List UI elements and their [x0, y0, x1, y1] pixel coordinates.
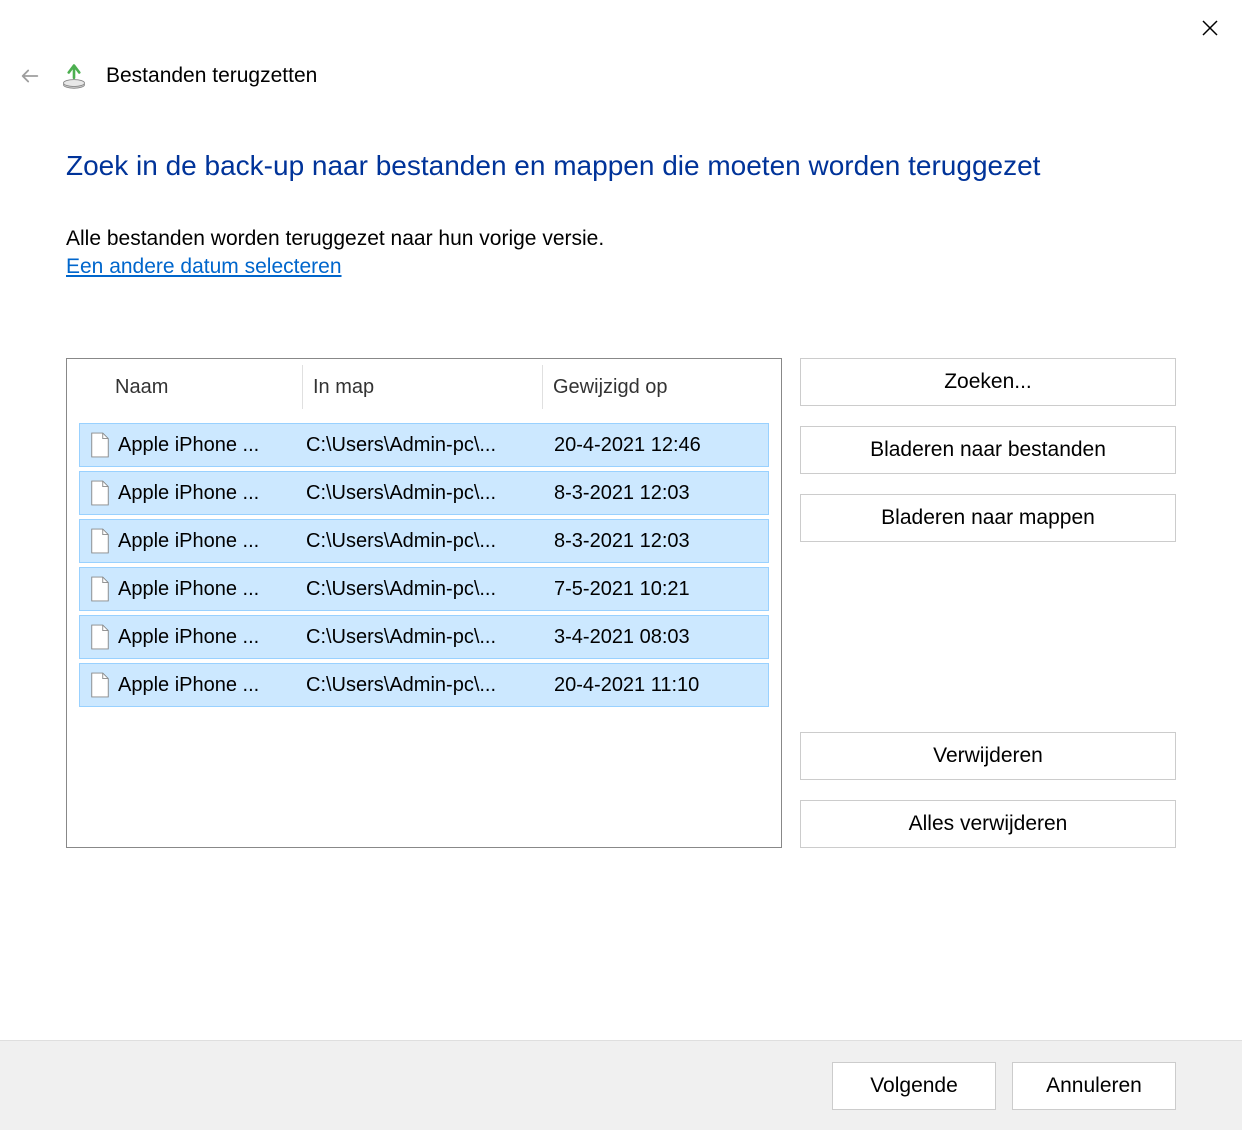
table-row[interactable]: Apple iPhone ...C:\Users\Admin-pc\...3-4… — [79, 615, 769, 659]
row-date: 3-4-2021 08:03 — [546, 626, 768, 649]
row-date: 7-5-2021 10:21 — [546, 578, 768, 601]
cancel-button[interactable]: Annuleren — [1012, 1062, 1176, 1110]
close-button[interactable] — [1190, 8, 1230, 48]
table-row[interactable]: Apple iPhone ...C:\Users\Admin-pc\...8-3… — [79, 471, 769, 515]
file-icon — [80, 624, 112, 650]
row-folder: C:\Users\Admin-pc\... — [306, 674, 546, 697]
column-header-folder[interactable]: In map — [303, 365, 543, 409]
page-subtext: Alle bestanden worden teruggezet naar hu… — [66, 227, 1176, 251]
row-folder: C:\Users\Admin-pc\... — [306, 482, 546, 505]
row-folder: C:\Users\Admin-pc\... — [306, 626, 546, 649]
row-date: 8-3-2021 12:03 — [546, 482, 768, 505]
window-title: Bestanden terugzetten — [106, 64, 317, 88]
row-date: 20-4-2021 11:10 — [546, 674, 768, 697]
row-folder: C:\Users\Admin-pc\... — [306, 530, 546, 553]
row-name: Apple iPhone ... — [112, 578, 306, 601]
remove-all-button[interactable]: Alles verwijderen — [800, 800, 1176, 848]
restore-files-icon — [60, 62, 88, 90]
table-row[interactable]: Apple iPhone ...C:\Users\Admin-pc\...8-3… — [79, 519, 769, 563]
back-button[interactable] — [18, 64, 42, 88]
column-header-name[interactable]: Naam — [73, 365, 303, 409]
close-icon — [1202, 20, 1218, 36]
table-row[interactable]: Apple iPhone ...C:\Users\Admin-pc\...20-… — [79, 663, 769, 707]
file-icon — [80, 432, 112, 458]
table-row[interactable]: Apple iPhone ...C:\Users\Admin-pc\...20-… — [79, 423, 769, 467]
list-header: Naam In map Gewijzigd op — [73, 365, 775, 409]
row-name: Apple iPhone ... — [112, 434, 306, 457]
row-name: Apple iPhone ... — [112, 626, 306, 649]
arrow-left-icon — [19, 65, 41, 87]
row-date: 8-3-2021 12:03 — [546, 530, 768, 553]
page-heading: Zoek in de back-up naar bestanden en map… — [66, 150, 1176, 182]
bottom-bar: Volgende Annuleren — [0, 1040, 1242, 1130]
select-date-link[interactable]: Een andere datum selecteren — [66, 255, 342, 279]
file-icon — [80, 480, 112, 506]
table-row[interactable]: Apple iPhone ...C:\Users\Admin-pc\...7-5… — [79, 567, 769, 611]
file-icon — [80, 528, 112, 554]
row-folder: C:\Users\Admin-pc\... — [306, 434, 546, 457]
remove-button[interactable]: Verwijderen — [800, 732, 1176, 780]
row-name: Apple iPhone ... — [112, 482, 306, 505]
row-name: Apple iPhone ... — [112, 530, 306, 553]
file-list: Naam In map Gewijzigd op Apple iPhone ..… — [66, 358, 782, 848]
next-button[interactable]: Volgende — [832, 1062, 996, 1110]
row-folder: C:\Users\Admin-pc\... — [306, 578, 546, 601]
column-header-date[interactable]: Gewijzigd op — [543, 365, 775, 409]
row-date: 20-4-2021 12:46 — [546, 434, 768, 457]
search-button[interactable]: Zoeken... — [800, 358, 1176, 406]
file-icon — [80, 672, 112, 698]
row-name: Apple iPhone ... — [112, 674, 306, 697]
browse-files-button[interactable]: Bladeren naar bestanden — [800, 426, 1176, 474]
file-icon — [80, 576, 112, 602]
browse-folders-button[interactable]: Bladeren naar mappen — [800, 494, 1176, 542]
